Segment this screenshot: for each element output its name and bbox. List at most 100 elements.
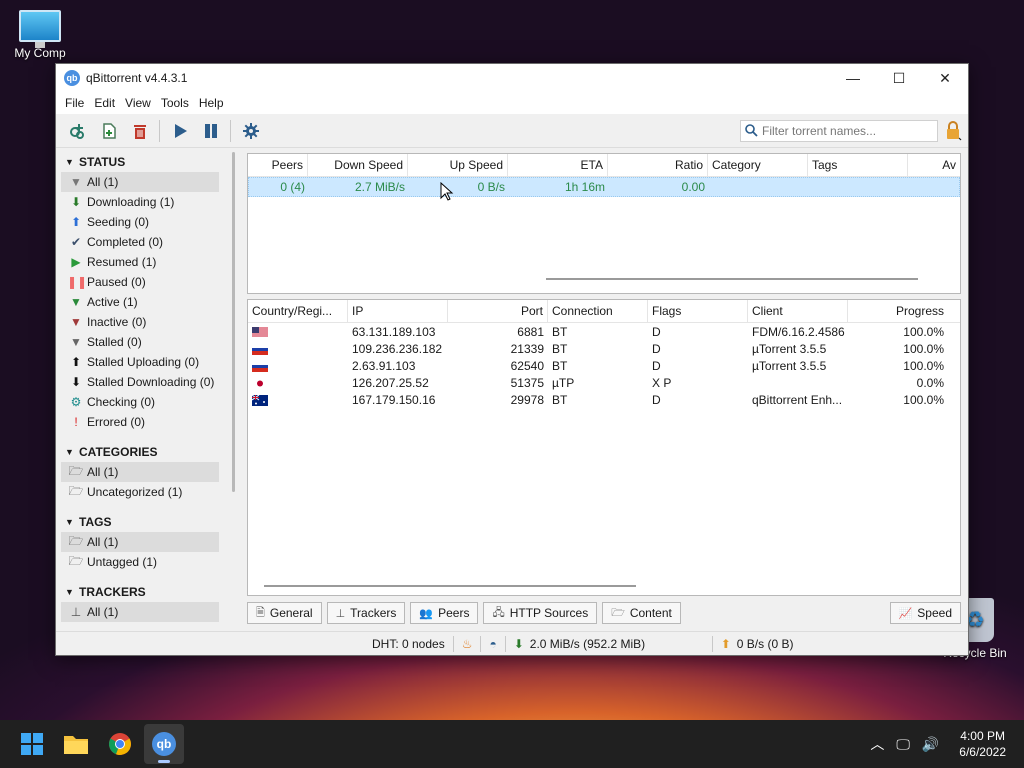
pause-button[interactable] (195, 118, 226, 144)
trackers-section-header[interactable]: ▼ TRACKERS (61, 582, 237, 602)
status-filter-item[interactable]: ⬇ Stalled Downloading (0) (61, 372, 219, 392)
cell-port: 62540 (510, 358, 544, 373)
status-filter-item[interactable]: ▶ Resumed (1) (61, 252, 219, 272)
category-all[interactable]: 🗁 All (1) (61, 462, 219, 482)
torrent-list-scrollbar[interactable] (546, 278, 918, 280)
toolbar-separator (230, 119, 231, 142)
column-category[interactable]: Category (708, 154, 808, 176)
status-filter-item[interactable]: ⬆ Seeding (0) (61, 212, 219, 232)
gear-icon: ⚙ (70, 395, 82, 409)
status-filter-item[interactable]: ▼ All (1) (61, 172, 219, 192)
add-torrent-link-button[interactable] (62, 118, 93, 144)
peer-row[interactable]: 2.63.91.103 62540 BT DµTorrent 3.5.5 100.0% (248, 357, 960, 374)
column-tags[interactable]: Tags (808, 154, 908, 176)
status-filter-item[interactable]: ⚙ Checking (0) (61, 392, 219, 412)
column-connection[interactable]: Connection (548, 300, 648, 322)
column-down-speed[interactable]: Down Speed (308, 154, 408, 176)
column-ip[interactable]: IP (348, 300, 448, 322)
error-icon: ! (74, 415, 78, 429)
tab-label: Trackers (350, 606, 397, 620)
tab-content[interactable]: 🗁 Content (602, 602, 681, 624)
menu-help[interactable]: Help (194, 96, 229, 110)
sidebar-item-label: Seeding (0) (87, 215, 150, 229)
column-flags[interactable]: Flags (648, 300, 748, 322)
file-explorer-button[interactable] (56, 724, 96, 764)
cell-flags: D (652, 358, 661, 373)
options-button[interactable] (235, 118, 266, 144)
menu-tools[interactable]: Tools (156, 96, 194, 110)
tab-peers[interactable]: 👥 Peers (410, 602, 479, 624)
status-filter-item[interactable]: ✔ Completed (0) (61, 232, 219, 252)
status-filter-item[interactable]: ⬆ Stalled Uploading (0) (61, 352, 219, 372)
download-speed-status[interactable]: ⬇ 2.0 MiB/s (952.2 MiB) (506, 632, 712, 655)
menu-edit[interactable]: Edit (89, 96, 120, 110)
search-input[interactable] (762, 123, 932, 138)
column-eta[interactable]: ETA (508, 154, 608, 176)
menu-file[interactable]: File (60, 96, 89, 110)
title-bar[interactable]: qb qBittorrent v4.4.3.1 — ☐ ✕ (56, 64, 968, 92)
maximize-button[interactable]: ☐ (876, 64, 922, 92)
column-availability[interactable]: Av (908, 154, 960, 176)
peer-row[interactable]: 63.131.189.103 6881 BT D FDM/6.16.2.4586 100.… (248, 323, 960, 340)
volume-icon[interactable]: 🔊 (922, 736, 939, 753)
tab-general[interactable]: 🗎 General (247, 602, 322, 624)
status-filter-item[interactable]: ! Errored (0) (61, 412, 219, 432)
peer-row[interactable]: 167.179.150.16 29978 BT DqBittorrent Enh...… (248, 391, 960, 408)
qbittorrent-app-icon: qb (64, 70, 80, 86)
section-title: TRACKERS (79, 585, 146, 599)
status-filter-item[interactable]: ▼ Inactive (0) (61, 312, 219, 332)
tab-speed[interactable]: 📈 Speed (889, 602, 961, 624)
categories-section-header[interactable]: ▼ CATEGORIES (61, 442, 237, 462)
minimize-button[interactable]: — (830, 64, 876, 92)
tab-label: General (269, 606, 313, 620)
resume-button[interactable] (164, 118, 195, 144)
tracker-all[interactable]: ⊥ All (1) (61, 602, 219, 622)
peer-row[interactable]: 126.207.25.52 51375 µTP X P 0.0% (248, 374, 960, 391)
chevron-up-icon[interactable]: ︿ (870, 734, 884, 754)
qbittorrent-taskbar-button[interactable]: qb (144, 724, 184, 764)
clock[interactable]: 4:00 PM 6/6/2022 (959, 728, 1006, 760)
server-icon: ⊥ (335, 607, 346, 620)
peers-list-scrollbar[interactable] (264, 585, 636, 587)
column-peers[interactable]: Peers (248, 154, 308, 176)
peer-row[interactable]: 109.236.236.182 21339 BT DµTorrent 3.5.5 100… (248, 340, 960, 357)
status-section-header[interactable]: ▼ STATUS (61, 152, 237, 172)
lock-button[interactable] (938, 118, 968, 144)
column-up-speed[interactable]: Up Speed (408, 154, 508, 176)
tags-section-header[interactable]: ▼ TAGS (61, 512, 237, 532)
status-filter-item[interactable]: ▼ Stalled (0) (61, 332, 219, 352)
network-icon[interactable]: 🖵 (896, 736, 910, 753)
tab-http-sources[interactable]: 🖧 HTTP Sources (483, 602, 598, 624)
torrent-row[interactable]: 0 (4) 2.7 MiB/s 0 B/s 1h 16m 0.00 (248, 177, 960, 197)
column-port[interactable]: Port (448, 300, 548, 322)
column-progress[interactable]: Progress (848, 300, 948, 322)
cell-ratio: 0.00 (681, 180, 705, 194)
desktop-icon-my-computer[interactable]: My Comp (0, 10, 80, 60)
cell-conn: BT (552, 341, 568, 356)
tag-all[interactable]: 🗁 All (1) (61, 532, 219, 552)
delete-button[interactable] (124, 118, 155, 144)
status-filter-item[interactable]: ▼ Active (1) (61, 292, 219, 312)
filter-torrent-search[interactable] (740, 119, 938, 142)
cell-down-speed: 2.7 MiB/s (354, 180, 405, 194)
qbittorrent-app-icon: qb (152, 732, 176, 756)
menu-view[interactable]: View (120, 96, 156, 110)
country-flag-icon (248, 342, 348, 356)
close-button[interactable]: ✕ (922, 64, 968, 92)
status-filter-item[interactable]: ⬇ Downloading (1) (61, 192, 219, 212)
chrome-button[interactable] (100, 724, 140, 764)
status-filter-item[interactable]: ❚❚ Paused (0) (61, 272, 219, 292)
sidebar-scrollbar[interactable] (232, 152, 235, 492)
flame-icon[interactable]: ♨ (454, 632, 481, 655)
cell-progress: 100.0% (903, 358, 944, 373)
column-client[interactable]: Client (748, 300, 848, 322)
tag-untagged[interactable]: 🗁 Untagged (1) (61, 552, 219, 572)
add-torrent-file-button[interactable] (93, 118, 124, 144)
tab-trackers[interactable]: ⊥ Trackers (326, 602, 406, 624)
column-country[interactable]: Country/Regi... (248, 300, 348, 322)
start-button[interactable] (12, 724, 52, 764)
category-uncategorized[interactable]: 🗁 Uncategorized (1) (61, 482, 219, 502)
speed-limit-icon[interactable]: ◓ (481, 632, 504, 655)
column-ratio[interactable]: Ratio (608, 154, 708, 176)
upload-speed-status[interactable]: ⬆ 0 B/s (0 B) (713, 632, 802, 655)
